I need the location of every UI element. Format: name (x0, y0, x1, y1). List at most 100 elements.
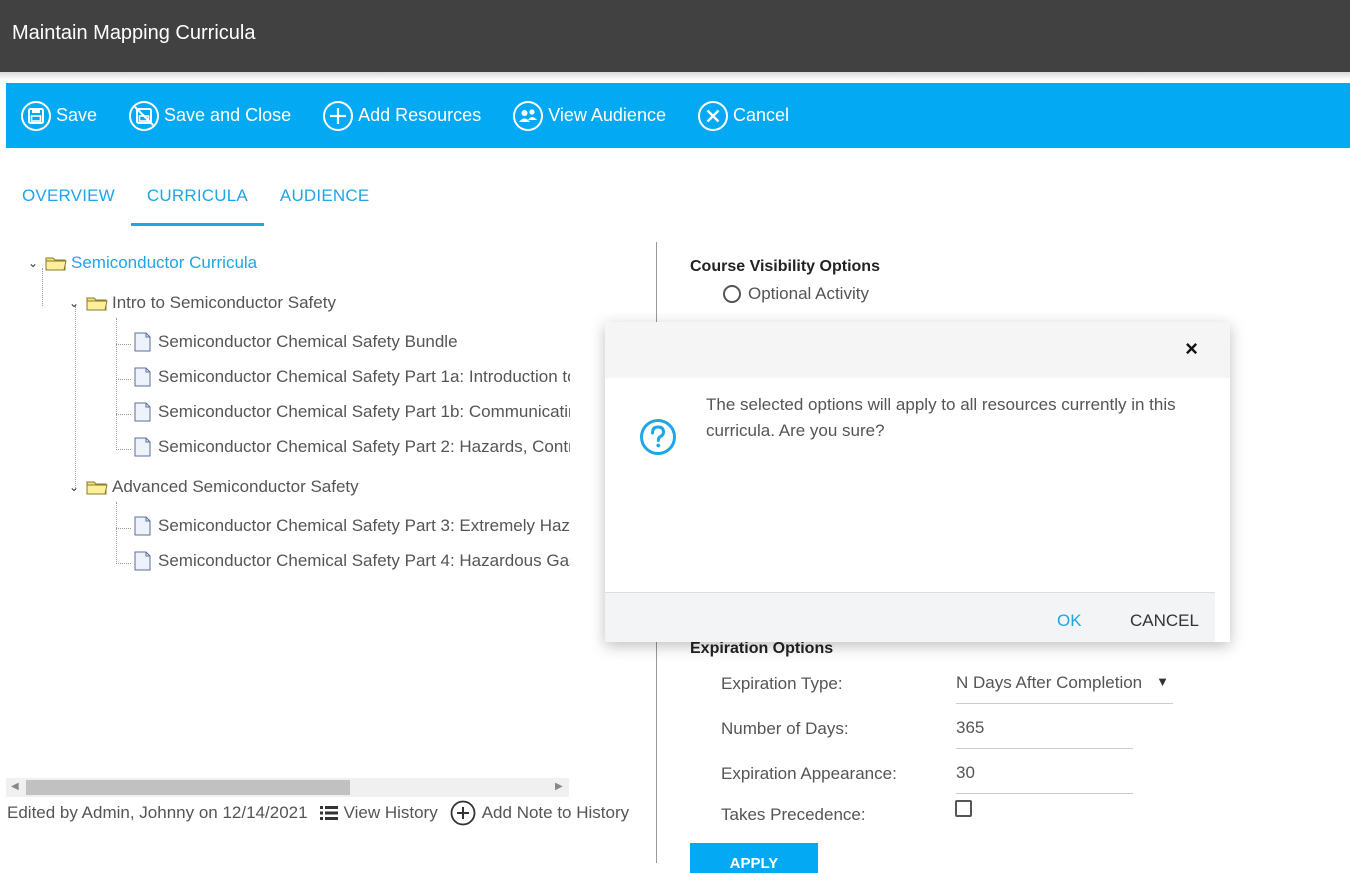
scrollbar-thumb[interactable] (26, 780, 350, 795)
chevron-down-icon[interactable]: ⌄ (28, 256, 42, 270)
optional-activity-radio[interactable]: Optional Activity (723, 284, 869, 304)
users-icon (513, 100, 544, 131)
expiration-appearance-input[interactable]: 30 (956, 763, 1133, 794)
chevron-down-icon[interactable]: ⌄ (69, 480, 83, 494)
save-and-close-label: Save and Close (164, 105, 292, 125)
tree-group-label: Advanced Semiconductor Safety (112, 477, 359, 496)
window-title: Maintain Mapping Curricula (12, 22, 256, 44)
cancel-button[interactable]: Cancel (697, 100, 789, 132)
view-audience-button[interactable]: View Audience (512, 100, 666, 132)
dialog-cancel-button[interactable]: CANCEL (1130, 611, 1199, 631)
visibility-title: Course Visibility Options (690, 258, 880, 275)
tree-guide (116, 318, 117, 448)
save-close-icon (129, 100, 160, 131)
tree-item[interactable]: Semiconductor Chemical Safety Part 4: Ha… (134, 546, 570, 576)
tree-item[interactable]: Semiconductor Chemical Safety Part 3: Ex… (134, 511, 570, 541)
add-note-label: Add Note to History (481, 803, 630, 822)
view-history-label: View History (343, 803, 438, 822)
dialog-footer: OK CANCEL (605, 592, 1215, 642)
tree-guide (75, 306, 76, 490)
tree-guide (116, 414, 131, 415)
takes-precedence-checkbox[interactable] (955, 800, 972, 817)
tree-root[interactable]: ⌄ Semiconductor Curricula (28, 248, 257, 278)
folder-icon (86, 481, 108, 495)
tree-item-label: Semiconductor Chemical Safety Part 1b: C… (158, 402, 570, 421)
confirm-dialog: × The selected options will apply to all… (605, 322, 1230, 642)
plus-circle-icon (450, 800, 476, 826)
scroll-right-icon[interactable]: ▶ (555, 781, 563, 792)
add-resources-button[interactable]: Add Resources (322, 100, 481, 132)
tree-item-label: Semiconductor Chemical Safety Part 1a: I… (158, 367, 570, 386)
document-icon (134, 437, 151, 457)
question-circle-icon (640, 419, 676, 455)
tab-audience[interactable]: AUDIENCE (264, 176, 385, 226)
tree-guide (116, 528, 131, 529)
save-button[interactable]: Save (20, 100, 97, 132)
tab-overview[interactable]: OVERVIEW (0, 176, 131, 226)
tab-bar: OVERVIEW CURRICULA AUDIENCE (0, 176, 385, 228)
radio-circle[interactable] (723, 285, 741, 303)
save-and-close-button[interactable]: Save and Close (128, 100, 291, 132)
number-of-days-label: Number of Days: (721, 719, 849, 738)
view-history-link[interactable]: View History (319, 803, 438, 823)
view-audience-label: View Audience (548, 105, 666, 125)
tree-guide (116, 502, 117, 562)
number-of-days-input[interactable]: 365 (956, 718, 1133, 749)
document-icon (134, 402, 151, 422)
tree-guide (116, 379, 131, 380)
tree-item[interactable]: Semiconductor Chemical Safety Part 2: Ha… (134, 432, 570, 462)
toolbar: Save Save and Close Add Resources View A… (6, 83, 1350, 148)
folder-icon (45, 257, 67, 271)
plus-circle-icon (323, 100, 354, 131)
expiration-appearance-label: Expiration Appearance: (721, 764, 897, 783)
tree-root-label: Semiconductor Curricula (71, 253, 258, 272)
expiration-type-label: Expiration Type: (721, 674, 843, 693)
dialog-message: The selected options will apply to all r… (706, 395, 1176, 440)
close-icon[interactable]: × (1185, 336, 1198, 362)
tree-item-label: Semiconductor Chemical Safety Part 3: Ex… (158, 516, 570, 535)
history-footer: Edited by Admin, Johnny on 12/14/2021 Vi… (7, 800, 629, 826)
title-shadow (0, 72, 1350, 80)
tree-item[interactable]: Semiconductor Chemical Safety Bundle (134, 327, 458, 357)
tree-item[interactable]: Semiconductor Chemical Safety Part 1a: I… (134, 362, 570, 392)
expiration-type-value: N Days After Completion (956, 673, 1143, 692)
cancel-label: Cancel (732, 105, 789, 125)
tree-guide (116, 344, 131, 345)
tree-horizontal-scrollbar[interactable]: ◀ ▶ (6, 778, 569, 797)
tab-curricula[interactable]: CURRICULA (130, 176, 264, 226)
window-title-bar: Maintain Mapping Curricula (0, 0, 1350, 72)
add-note-link[interactable]: Add Note to History (450, 800, 629, 826)
dialog-body: The selected options will apply to all r… (605, 378, 1230, 592)
dropdown-arrow-icon[interactable]: ▼ (1156, 674, 1169, 689)
expiration-type-select[interactable]: N Days After Completion ▼ (956, 673, 1173, 704)
curricula-tree: ⌄ Semiconductor Curricula ⌄ Intro to Sem… (0, 240, 570, 770)
expiration-title: Expiration Options (690, 640, 834, 657)
document-icon (134, 332, 151, 352)
document-icon (134, 551, 151, 571)
chevron-down-icon[interactable]: ⌄ (69, 296, 83, 310)
dialog-header: × (605, 322, 1230, 378)
tree-group-advanced[interactable]: ⌄ Advanced Semiconductor Safety (69, 472, 359, 502)
save-icon (21, 100, 51, 131)
document-icon (134, 367, 151, 387)
tree-group-label: Intro to Semiconductor Safety (112, 293, 336, 312)
save-label: Save (56, 105, 98, 125)
tree-item-label: Semiconductor Chemical Safety Part 4: Ha… (158, 551, 570, 570)
tree-item[interactable]: Semiconductor Chemical Safety Part 1b: C… (134, 397, 570, 427)
list-icon (319, 806, 338, 820)
add-resources-label: Add Resources (358, 105, 482, 125)
ok-button[interactable]: OK (1057, 611, 1082, 631)
edited-by-text: Edited by Admin, Johnny on 12/14/2021 (7, 803, 308, 822)
close-circle-icon (697, 100, 728, 131)
tree-guide (116, 449, 131, 450)
tree-group-intro[interactable]: ⌄ Intro to Semiconductor Safety (69, 288, 336, 318)
tree-guide (116, 563, 131, 564)
takes-precedence-label: Takes Precedence: (721, 805, 866, 824)
tree-item-label: Semiconductor Chemical Safety Part 2: Ha… (158, 437, 570, 456)
scroll-left-icon[interactable]: ◀ (11, 781, 19, 792)
folder-icon (86, 297, 108, 311)
tree-item-label: Semiconductor Chemical Safety Bundle (158, 332, 458, 351)
document-icon (134, 516, 151, 536)
optional-activity-label: Optional Activity (748, 284, 869, 303)
apply-button[interactable]: APPLY (690, 843, 818, 873)
